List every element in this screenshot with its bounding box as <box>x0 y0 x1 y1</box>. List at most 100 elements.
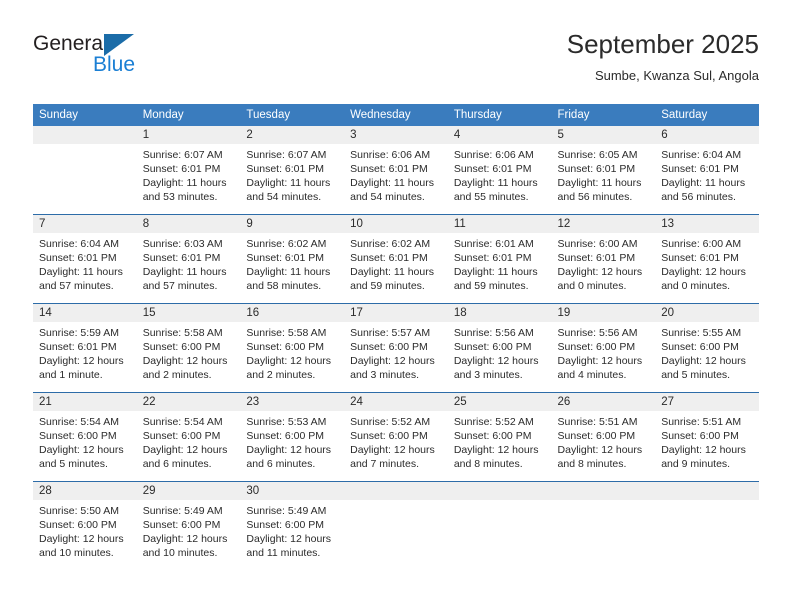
day-daylight-line2-text: and 54 minutes. <box>246 191 322 203</box>
day-sunset-text: Sunset: 6:00 PM <box>557 430 636 442</box>
day-sunrise-text: Sunrise: 5:57 AM <box>350 327 431 339</box>
day-sun-info: Sunrise: 5:49 AM Sunset: 6:00 PM Daylight:… <box>240 500 344 560</box>
calendar-day-cell[interactable]: 13 Sunrise: 6:00 AM Sunset: 6:01 PM Dayligh… <box>655 214 759 304</box>
day-sun-info: Sunrise: 6:01 AM Sunset: 6:01 PM Daylight:… <box>448 233 552 293</box>
calendar-day-cell[interactable]: 28 Sunrise: 5:50 AM Sunset: 6:00 PM Dayligh… <box>33 481 137 570</box>
day-sunrise-text: Sunrise: 5:58 AM <box>246 327 327 339</box>
day-cell-content <box>33 126 137 214</box>
day-number: 3 <box>344 126 448 144</box>
calendar-day-cell[interactable]: 30 Sunrise: 5:49 AM Sunset: 6:00 PM Dayligh… <box>240 481 345 570</box>
calendar-week-row: 21 Sunrise: 5:54 AM Sunset: 6:00 PM Dayligh… <box>33 392 759 482</box>
calendar-week-row: 28 Sunrise: 5:50 AM Sunset: 6:00 PM Dayligh… <box>33 481 759 570</box>
calendar-day-cell[interactable]: 20 Sunrise: 5:55 AM Sunset: 6:00 PM Dayligh… <box>655 303 759 393</box>
calendar-day-cell[interactable] <box>447 481 552 570</box>
page-subtitle: Sumbe, Kwanza Sul, Angola <box>594 68 759 83</box>
day-daylight-line1-text: Daylight: 12 hours <box>39 355 124 367</box>
calendar-day-cell[interactable]: 26 Sunrise: 5:51 AM Sunset: 6:00 PM Dayligh… <box>551 392 656 482</box>
day-cell-content: 1 Sunrise: 6:07 AM Sunset: 6:01 PM Daylight… <box>136 126 241 214</box>
day-daylight-line1-text: Daylight: 11 hours <box>350 177 434 189</box>
weekday-header-monday: Monday <box>136 104 241 126</box>
day-sunset-text: Sunset: 6:01 PM <box>557 252 636 264</box>
calendar-body: 1 Sunrise: 6:07 AM Sunset: 6:01 PM Daylight… <box>33 126 759 570</box>
day-sunset-text: Sunset: 6:01 PM <box>350 163 428 175</box>
calendar-day-cell[interactable]: 27 Sunrise: 5:51 AM Sunset: 6:00 PM Dayligh… <box>655 392 759 482</box>
day-cell-content: 29 Sunrise: 5:49 AM Sunset: 6:00 PM Dayligh… <box>136 482 241 570</box>
day-daylight-line1-text: Daylight: 11 hours <box>39 266 123 278</box>
calendar-day-cell[interactable]: 24 Sunrise: 5:52 AM Sunset: 6:00 PM Dayligh… <box>344 392 448 482</box>
calendar-day-cell[interactable]: 11 Sunrise: 6:01 AM Sunset: 6:01 PM Dayligh… <box>447 214 552 304</box>
day-sun-info: Sunrise: 6:02 AM Sunset: 6:01 PM Daylight:… <box>240 233 344 293</box>
day-sunrise-text: Sunrise: 6:00 AM <box>557 238 638 250</box>
day-daylight-line2-text: and 0 minutes. <box>557 280 627 292</box>
day-sun-info: Sunrise: 6:00 AM Sunset: 6:01 PM Daylight:… <box>655 233 759 293</box>
day-cell-content <box>447 482 552 570</box>
calendar-day-cell[interactable]: 3 Sunrise: 6:06 AM Sunset: 6:01 PM Daylight… <box>344 126 448 215</box>
day-cell-content: 27 Sunrise: 5:51 AM Sunset: 6:00 PM Dayligh… <box>655 393 759 481</box>
day-daylight-line1-text: Daylight: 12 hours <box>39 533 124 545</box>
day-sunrise-text: Sunrise: 6:02 AM <box>246 238 327 250</box>
day-cell-content: 7 Sunrise: 6:04 AM Sunset: 6:01 PM Daylight… <box>33 215 137 303</box>
day-sunset-text: Sunset: 6:00 PM <box>142 430 221 442</box>
day-daylight-line2-text: and 8 minutes. <box>557 458 627 470</box>
calendar-day-cell[interactable]: 15 Sunrise: 5:58 AM Sunset: 6:00 PM Dayligh… <box>136 303 241 393</box>
day-sunrise-text: Sunrise: 6:04 AM <box>661 149 742 161</box>
calendar-day-cell[interactable]: 17 Sunrise: 5:57 AM Sunset: 6:00 PM Dayligh… <box>344 303 448 393</box>
calendar-day-cell[interactable]: 22 Sunrise: 5:54 AM Sunset: 6:00 PM Dayligh… <box>136 392 241 482</box>
calendar-day-cell[interactable]: 18 Sunrise: 5:56 AM Sunset: 6:00 PM Dayligh… <box>447 303 552 393</box>
calendar-day-cell[interactable] <box>655 481 759 570</box>
day-sunset-text: Sunset: 6:00 PM <box>453 430 532 442</box>
day-daylight-line1-text: Daylight: 12 hours <box>142 355 228 367</box>
calendar-day-cell[interactable]: 10 Sunrise: 6:02 AM Sunset: 6:01 PM Dayligh… <box>344 214 448 304</box>
day-number: 5 <box>551 126 656 144</box>
day-daylight-line1-text: Daylight: 12 hours <box>246 533 332 545</box>
calendar-day-cell[interactable]: 2 Sunrise: 6:07 AM Sunset: 6:01 PM Daylight… <box>240 126 345 215</box>
general-blue-logo[interactable]: General Blue <box>33 32 233 88</box>
day-number: 10 <box>344 215 448 233</box>
day-cell-content: 13 Sunrise: 6:00 AM Sunset: 6:01 PM Dayligh… <box>655 215 759 303</box>
day-daylight-line2-text: and 58 minutes. <box>246 280 322 292</box>
day-cell-content <box>655 482 759 570</box>
day-number <box>447 482 552 500</box>
day-sun-info: Sunrise: 5:56 AM Sunset: 6:00 PM Daylight:… <box>448 322 552 382</box>
day-cell-content: 20 Sunrise: 5:55 AM Sunset: 6:00 PM Dayligh… <box>655 304 759 392</box>
title-block: September 2025 Sumbe, Kwanza Sul, Angola <box>567 28 759 86</box>
calendar-day-cell[interactable]: 29 Sunrise: 5:49 AM Sunset: 6:00 PM Dayligh… <box>136 481 241 570</box>
day-sun-info: Sunrise: 5:52 AM Sunset: 6:00 PM Daylight:… <box>344 411 448 471</box>
day-daylight-line2-text: and 10 minutes. <box>142 547 218 559</box>
day-number: 25 <box>447 393 552 411</box>
day-number: 29 <box>136 482 241 500</box>
day-sun-info: Sunrise: 5:51 AM Sunset: 6:00 PM Daylight:… <box>655 411 759 471</box>
day-sun-info: Sunrise: 6:03 AM Sunset: 6:01 PM Daylight:… <box>137 233 241 293</box>
calendar-day-cell[interactable]: 16 Sunrise: 5:58 AM Sunset: 6:00 PM Dayligh… <box>240 303 345 393</box>
day-sunrise-text: Sunrise: 5:49 AM <box>246 505 327 517</box>
calendar-day-cell[interactable] <box>33 126 137 215</box>
calendar-day-cell[interactable]: 6 Sunrise: 6:04 AM Sunset: 6:01 PM Daylight… <box>655 126 759 215</box>
day-sun-info: Sunrise: 6:07 AM Sunset: 6:01 PM Daylight:… <box>240 144 344 204</box>
calendar-day-cell[interactable]: 1 Sunrise: 6:07 AM Sunset: 6:01 PM Daylight… <box>136 126 241 215</box>
day-cell-content: 24 Sunrise: 5:52 AM Sunset: 6:00 PM Dayligh… <box>344 393 448 481</box>
day-daylight-line2-text: and 59 minutes. <box>453 280 529 292</box>
calendar-day-cell[interactable]: 8 Sunrise: 6:03 AM Sunset: 6:01 PM Daylight… <box>136 214 241 304</box>
calendar-day-cell[interactable]: 9 Sunrise: 6:02 AM Sunset: 6:01 PM Daylight… <box>240 214 345 304</box>
day-sunset-text: Sunset: 6:01 PM <box>661 163 739 175</box>
day-sunrise-text: Sunrise: 5:56 AM <box>557 327 638 339</box>
calendar-day-cell[interactable] <box>344 481 448 570</box>
calendar-day-cell[interactable]: 12 Sunrise: 6:00 AM Sunset: 6:01 PM Dayligh… <box>551 214 656 304</box>
calendar-day-cell[interactable] <box>551 481 656 570</box>
calendar-day-cell[interactable]: 5 Sunrise: 6:05 AM Sunset: 6:01 PM Daylight… <box>551 126 656 215</box>
day-cell-content: 28 Sunrise: 5:50 AM Sunset: 6:00 PM Dayligh… <box>33 482 137 570</box>
calendar-day-cell[interactable]: 7 Sunrise: 6:04 AM Sunset: 6:01 PM Daylight… <box>33 214 137 304</box>
calendar-day-cell[interactable]: 23 Sunrise: 5:53 AM Sunset: 6:00 PM Dayligh… <box>240 392 345 482</box>
day-daylight-line2-text: and 55 minutes. <box>453 191 529 203</box>
day-sunset-text: Sunset: 6:01 PM <box>246 163 325 175</box>
calendar-day-cell[interactable]: 14 Sunrise: 5:59 AM Sunset: 6:01 PM Dayligh… <box>33 303 137 393</box>
day-sun-info: Sunrise: 5:59 AM Sunset: 6:01 PM Daylight:… <box>33 322 137 382</box>
calendar-day-cell[interactable]: 21 Sunrise: 5:54 AM Sunset: 6:00 PM Dayligh… <box>33 392 137 482</box>
calendar-day-cell[interactable]: 4 Sunrise: 6:06 AM Sunset: 6:01 PM Daylight… <box>447 126 552 215</box>
calendar-day-cell[interactable]: 25 Sunrise: 5:52 AM Sunset: 6:00 PM Dayligh… <box>447 392 552 482</box>
weekday-header-thursday: Thursday <box>447 104 552 126</box>
day-sun-info: Sunrise: 6:07 AM Sunset: 6:01 PM Daylight:… <box>137 144 241 204</box>
day-number: 7 <box>33 215 137 233</box>
day-sunset-text: Sunset: 6:01 PM <box>39 341 117 353</box>
calendar-day-cell[interactable]: 19 Sunrise: 5:56 AM Sunset: 6:00 PM Dayligh… <box>551 303 656 393</box>
